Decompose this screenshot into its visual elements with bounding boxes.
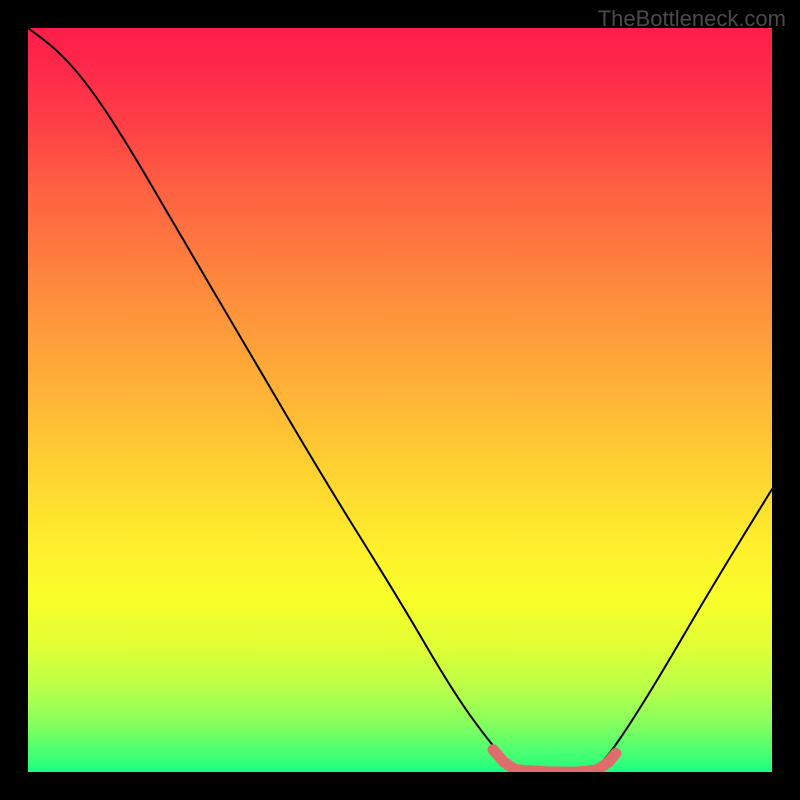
- main-curve: [28, 28, 772, 772]
- highlight-segment: [493, 750, 616, 772]
- chart-lines: [28, 28, 772, 772]
- chart-plot-area: [28, 28, 772, 772]
- watermark-text: TheBottleneck.com: [598, 6, 786, 32]
